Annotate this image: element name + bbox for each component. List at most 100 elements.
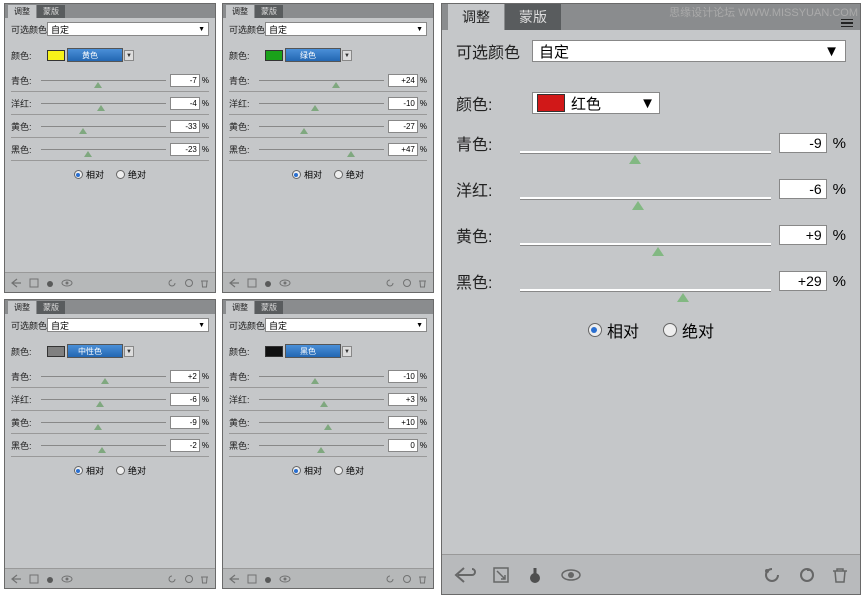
absolute-radio[interactable]: 绝对 <box>334 168 364 181</box>
slider-value-input[interactable]: -6 <box>170 393 200 406</box>
eye-icon[interactable] <box>279 575 291 583</box>
tab-adjustments[interactable]: 调整 <box>448 4 504 30</box>
clip-icon[interactable] <box>45 278 55 288</box>
relative-radio[interactable]: 相对 <box>292 464 322 477</box>
slider-thumb[interactable] <box>317 447 325 453</box>
trash-icon[interactable] <box>418 574 427 584</box>
slider-thumb[interactable] <box>84 151 92 157</box>
expand-icon[interactable] <box>247 278 257 288</box>
slider-thumb[interactable] <box>311 105 319 111</box>
slider-track[interactable] <box>41 394 166 404</box>
slider-track[interactable] <box>520 271 771 291</box>
color-select[interactable]: 黑色▼ <box>285 344 341 358</box>
slider-value-input[interactable]: +9 <box>779 225 827 245</box>
absolute-radio[interactable]: 绝对 <box>334 464 364 477</box>
slider-track[interactable] <box>259 75 384 85</box>
slider-value-input[interactable]: -10 <box>388 97 418 110</box>
slider-thumb[interactable] <box>79 128 87 134</box>
slider-value-input[interactable]: -10 <box>388 370 418 383</box>
slider-track[interactable] <box>41 440 166 450</box>
eye-icon[interactable] <box>61 279 73 287</box>
clip-icon[interactable] <box>263 278 273 288</box>
slider-thumb[interactable] <box>96 401 104 407</box>
expand-icon[interactable] <box>29 278 39 288</box>
slider-thumb[interactable] <box>97 105 105 111</box>
back-arrow-icon[interactable] <box>11 574 23 584</box>
slider-thumb[interactable] <box>320 401 328 407</box>
slider-track[interactable] <box>259 144 384 154</box>
slider-track[interactable] <box>41 144 166 154</box>
slider-track[interactable] <box>259 371 384 381</box>
slider-thumb[interactable] <box>311 378 319 384</box>
absolute-radio[interactable]: 绝对 <box>116 464 146 477</box>
relative-radio[interactable]: 相对 <box>588 318 639 342</box>
back-arrow-icon[interactable] <box>454 566 476 584</box>
eye-icon[interactable] <box>61 575 73 583</box>
absolute-radio[interactable]: 绝对 <box>116 168 146 181</box>
color-select[interactable]: 黄色▼ <box>67 48 123 62</box>
trash-icon[interactable] <box>418 278 427 288</box>
color-select[interactable]: 中性色▼ <box>67 344 123 358</box>
expand-icon[interactable] <box>29 574 39 584</box>
slider-track[interactable] <box>259 394 384 404</box>
absolute-radio[interactable]: 绝对 <box>663 318 714 342</box>
slider-thumb[interactable] <box>94 82 102 88</box>
slider-thumb[interactable] <box>677 293 689 302</box>
slider-track[interactable] <box>41 371 166 381</box>
eye-icon[interactable] <box>279 279 291 287</box>
reset-icon[interactable] <box>798 566 816 584</box>
slider-track[interactable] <box>41 417 166 427</box>
slider-value-input[interactable]: -23 <box>170 143 200 156</box>
slider-value-input[interactable]: -33 <box>170 120 200 133</box>
expand-icon[interactable] <box>492 566 510 584</box>
slider-value-input[interactable]: -6 <box>779 179 827 199</box>
tab-masks[interactable]: 蒙版 <box>37 5 65 18</box>
back-arrow-icon[interactable] <box>11 278 23 288</box>
slider-track[interactable] <box>520 133 771 153</box>
slider-thumb[interactable] <box>300 128 308 134</box>
previous-state-icon[interactable] <box>167 574 178 584</box>
previous-state-icon[interactable] <box>385 278 396 288</box>
trash-icon[interactable] <box>200 278 209 288</box>
slider-track[interactable] <box>259 98 384 108</box>
tab-adjustments[interactable]: 调整 <box>226 5 254 18</box>
tab-masks[interactable]: 蒙版 <box>505 4 561 30</box>
slider-value-input[interactable]: -4 <box>170 97 200 110</box>
clip-icon[interactable] <box>45 574 55 584</box>
tab-masks[interactable]: 蒙版 <box>255 301 283 314</box>
slider-value-input[interactable]: -9 <box>170 416 200 429</box>
slider-track[interactable] <box>520 179 771 199</box>
reset-icon[interactable] <box>184 574 194 584</box>
previous-state-icon[interactable] <box>762 566 782 584</box>
slider-value-input[interactable]: -9 <box>779 133 827 153</box>
tab-adjustments[interactable]: 调整 <box>8 301 36 314</box>
slider-track[interactable] <box>41 75 166 85</box>
trash-icon[interactable] <box>832 566 848 584</box>
reset-icon[interactable] <box>184 278 194 288</box>
slider-track[interactable] <box>41 121 166 131</box>
slider-value-input[interactable]: +2 <box>170 370 200 383</box>
expand-icon[interactable] <box>247 574 257 584</box>
preset-select[interactable]: 自定▼ <box>47 318 209 332</box>
slider-value-input[interactable]: 0 <box>388 439 418 452</box>
eye-icon[interactable] <box>560 568 582 582</box>
slider-value-input[interactable]: -27 <box>388 120 418 133</box>
slider-value-input[interactable]: +24 <box>388 74 418 87</box>
color-select[interactable]: 绿色▼ <box>285 48 341 62</box>
tab-masks[interactable]: 蒙版 <box>37 301 65 314</box>
preset-select[interactable]: 自定▼ <box>532 40 846 62</box>
relative-radio[interactable]: 相对 <box>74 464 104 477</box>
slider-value-input[interactable]: +10 <box>388 416 418 429</box>
slider-thumb[interactable] <box>94 424 102 430</box>
slider-track[interactable] <box>259 440 384 450</box>
slider-thumb[interactable] <box>98 447 106 453</box>
slider-thumb[interactable] <box>347 151 355 157</box>
clip-icon[interactable] <box>263 574 273 584</box>
preset-select[interactable]: 自定▼ <box>265 318 427 332</box>
back-arrow-icon[interactable] <box>229 278 241 288</box>
previous-state-icon[interactable] <box>167 278 178 288</box>
clip-icon[interactable] <box>526 566 544 584</box>
slider-track[interactable] <box>259 121 384 131</box>
relative-radio[interactable]: 相对 <box>292 168 322 181</box>
trash-icon[interactable] <box>200 574 209 584</box>
